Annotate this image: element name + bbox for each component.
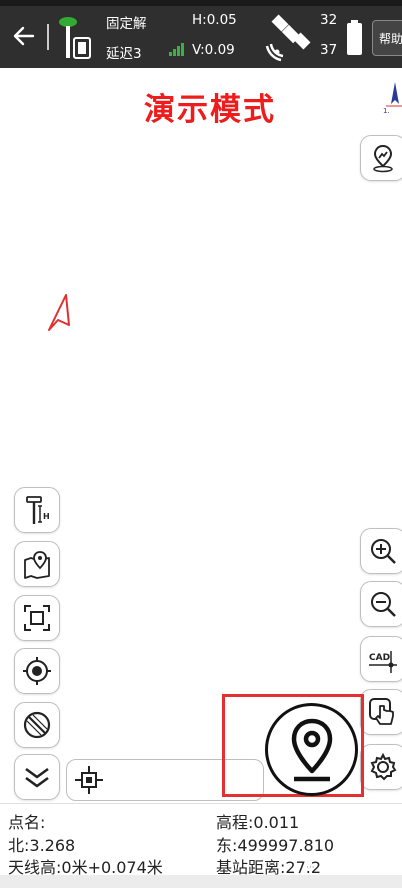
svg-text:CAD: CAD <box>369 653 390 663</box>
delay-value: 延迟3 <box>106 46 142 62</box>
point-name-label: 点名: <box>8 813 46 832</box>
svg-text:H: H <box>43 512 50 521</box>
no-entry-button[interactable] <box>14 702 60 748</box>
collapse-toolbar-button[interactable] <box>14 754 60 800</box>
solution-status: 固定解 <box>106 16 147 32</box>
elevation-value: 高程:0.011 <box>216 813 300 832</box>
map-canvas[interactable] <box>0 68 402 800</box>
pole-height-icon: H <box>26 496 50 524</box>
hand-pointer-button[interactable] <box>360 689 402 735</box>
zoom-out-button[interactable] <box>360 581 402 627</box>
v-precision: V:0.09 <box>192 42 235 58</box>
zoom-in-icon <box>371 539 396 564</box>
navigation-strip <box>0 875 402 888</box>
rtk-receiver-icon[interactable] <box>58 14 96 62</box>
top-toolbar: 固定解 延迟3 H:0.05 V:0.09 32 37 帮助 <box>0 6 402 68</box>
hand-pointer-icon <box>369 698 394 725</box>
zoom-in-button[interactable] <box>360 528 402 574</box>
north-coordinate: 北:3.268 <box>8 836 76 855</box>
map-pin-layer-icon <box>373 144 393 173</box>
signal-bars-icon <box>169 43 184 56</box>
satellites-used: 32 <box>320 12 338 28</box>
demo-mode-title: 演示模式 <box>144 92 276 128</box>
arrow-left-icon <box>13 26 35 46</box>
divider <box>47 24 49 50</box>
point-info-panel: 点名: 高程:0.011 北:3.268 东:499997.810 天线高:0米… <box>0 803 402 877</box>
pole-height-button[interactable]: H <box>14 487 60 533</box>
compass-icon[interactable]: 1. <box>380 80 402 115</box>
location-arrow-icon <box>48 294 70 331</box>
double-chevron-icon <box>25 767 49 788</box>
target-icon <box>23 657 51 685</box>
help-button[interactable]: 帮助 <box>372 20 402 56</box>
map-marker-button[interactable] <box>14 541 60 587</box>
zoom-out-icon <box>371 592 396 617</box>
east-coordinate: 东:499997.810 <box>216 836 335 855</box>
target-button[interactable] <box>14 648 60 694</box>
satellite-icon[interactable] <box>265 14 315 62</box>
page-indicator: ··· <box>306 863 315 873</box>
back-button[interactable] <box>8 20 40 52</box>
gear-icon <box>370 752 397 781</box>
collect-point-button[interactable] <box>265 703 358 796</box>
settings-button[interactable] <box>360 744 402 790</box>
full-extent-icon <box>24 605 50 631</box>
collect-point-icon <box>291 718 332 781</box>
battery-icon <box>347 20 362 55</box>
no-entry-icon <box>23 711 51 739</box>
cad-button[interactable]: CAD <box>360 636 402 682</box>
full-extent-button[interactable] <box>14 595 60 641</box>
h-precision: H:0.05 <box>192 12 237 28</box>
map-marker-icon <box>24 551 50 579</box>
center-location-icon <box>75 766 103 794</box>
cad-icon: CAD <box>369 651 397 673</box>
compass-scale: 1. <box>383 107 390 114</box>
satellites-visible: 37 <box>320 42 338 58</box>
map-pin-layer-button[interactable] <box>360 135 402 181</box>
